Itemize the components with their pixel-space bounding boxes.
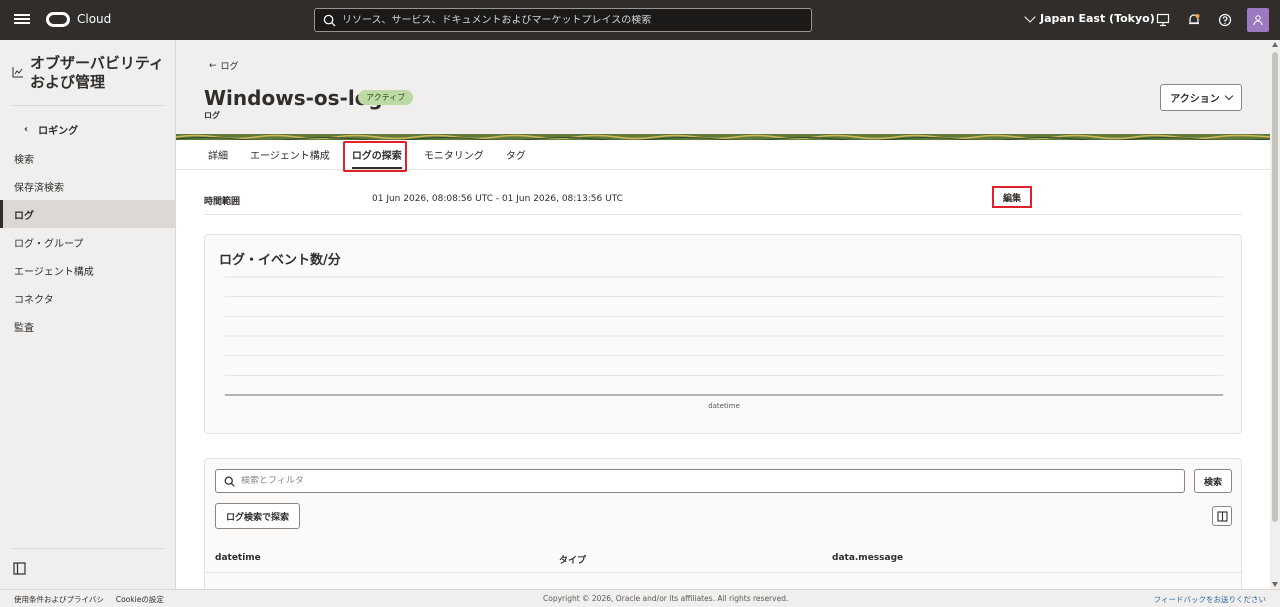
scroll-thumb[interactable] [1272,52,1278,522]
sidebar-item-saved-search[interactable]: 保存済検索 [0,172,176,200]
time-range-row: 時間範囲 01 Jun 2026, 08:08:56 UTC - 01 Jun … [204,185,1242,215]
chevron-down-icon [1224,91,1233,100]
region-selector[interactable]: Japan East (Tokyo) [1024,10,1155,25]
main-content: ← ログ Windows-os-log アクティブ ログ アクション 詳細 エー… [176,40,1270,589]
highlight-box [343,141,407,172]
edit-time-range-button[interactable]: 編集 [992,186,1032,208]
search-filter-input[interactable] [241,476,1141,486]
tab-monitoring[interactable]: モニタリング [424,140,484,169]
time-range-label: 時間範囲 [204,197,241,207]
explore-with-log-search-button[interactable]: ログ検索で探索 [215,503,300,529]
search-icon [323,14,336,27]
chart-x-axis-label: datetime [708,402,740,410]
sidebar-item-audit[interactable]: 監査 [0,312,176,340]
actions-button-label: アクション [1170,94,1220,105]
sidebar-bottom-divider [12,548,164,549]
user-avatar[interactable] [1247,8,1269,32]
brand-label[interactable]: Cloud [77,12,111,26]
sidebar: オブザーバビリティおよび管理 ‹ ロギング 検索 保存済検索 ログ ログ・グルー… [0,40,176,589]
cloud-shell-icon[interactable] [1154,11,1172,29]
log-events-chart: datetime [225,276,1223,410]
sidebar-item-agent-config[interactable]: エージェント構成 [0,256,176,284]
status-badge: アクティブ [358,90,414,105]
time-range-value: 01 Jun 2026, 08:08:56 UTC - 01 Jun 2026,… [372,194,623,204]
scroll-up-arrow-icon[interactable] [1272,42,1278,47]
log-table-card: 検索 ログ検索で探索 datetime タイプ data.message [204,458,1243,589]
tab-details[interactable]: 詳細 [208,140,228,169]
oracle-logo-icon[interactable] [46,12,70,27]
sidebar-item-log-groups[interactable]: ログ・グループ [0,228,176,256]
log-events-chart-card: ログ・イベント数/分 datetime [204,234,1242,434]
tab-tags[interactable]: タグ [506,140,526,169]
sidebar-back-label: ロギング [38,126,79,137]
sidebar-title: オブザーバビリティおよび管理 [12,54,170,92]
page-title: Windows-os-log [204,86,383,110]
search-filter-box[interactable] [215,469,1185,493]
page-scrollbar[interactable] [1270,40,1280,589]
sidebar-divider [12,105,164,106]
column-header-datetime[interactable]: datetime [215,553,261,563]
notification-bell-icon[interactable] [1185,11,1203,29]
search-button[interactable]: 検索 [1194,469,1232,493]
columns-icon [1216,510,1228,522]
cookie-settings-link[interactable]: Cookieの設定 [116,594,164,605]
column-header-type[interactable]: タイプ [559,553,586,566]
back-link-label: ログ [220,62,239,72]
chevron-down-icon [1024,10,1036,23]
copyright-text: Copyright © 2026, Oracle and/or its affi… [543,594,789,603]
sidebar-back-logging[interactable]: ‹ ロギング [24,122,78,137]
chevron-left-icon: ‹ [24,124,29,135]
help-icon[interactable] [1216,11,1234,29]
sidebar-item-search[interactable]: 検索 [0,144,176,172]
table-header-divider [205,572,1243,573]
column-layout-button[interactable] [1212,506,1232,526]
sidebar-item-logs[interactable]: ログ [0,200,176,228]
column-header-message[interactable]: data.message [832,553,903,563]
tab-bar: 詳細 エージェント構成 ログの探索 モニタリング タグ [176,140,1270,170]
collapse-sidebar-icon[interactable] [13,562,26,575]
terms-privacy-link[interactable]: 使用条件およびプライバシ [14,594,104,605]
hamburger-menu-icon[interactable] [14,12,30,28]
chart-title: ログ・イベント数/分 [219,253,341,268]
user-icon [1253,15,1263,26]
global-search-input[interactable] [342,14,802,26]
top-bar: Cloud Japan East (Tokyo) [0,0,1280,40]
back-to-logs-link[interactable]: ← ログ [209,59,239,73]
sidebar-item-connectors[interactable]: コネクタ [0,284,176,312]
actions-button[interactable]: アクション [1160,84,1242,111]
region-label: Japan East (Tokyo) [1040,12,1155,25]
page-subtitle: ログ [204,111,220,120]
search-icon [224,476,235,487]
scroll-down-arrow-icon[interactable] [1272,582,1278,587]
tab-agent-config[interactable]: エージェント構成 [250,140,330,169]
chart-icon [12,67,23,78]
arrow-left-icon: ← [209,60,217,71]
global-search[interactable] [314,8,812,32]
sidebar-title-text: オブザーバビリティおよび管理 [30,54,164,91]
feedback-link[interactable]: フィードバックをお送りください [1154,594,1266,605]
footer: 使用条件およびプライバシ Cookieの設定 Copyright © 2026,… [0,589,1280,607]
